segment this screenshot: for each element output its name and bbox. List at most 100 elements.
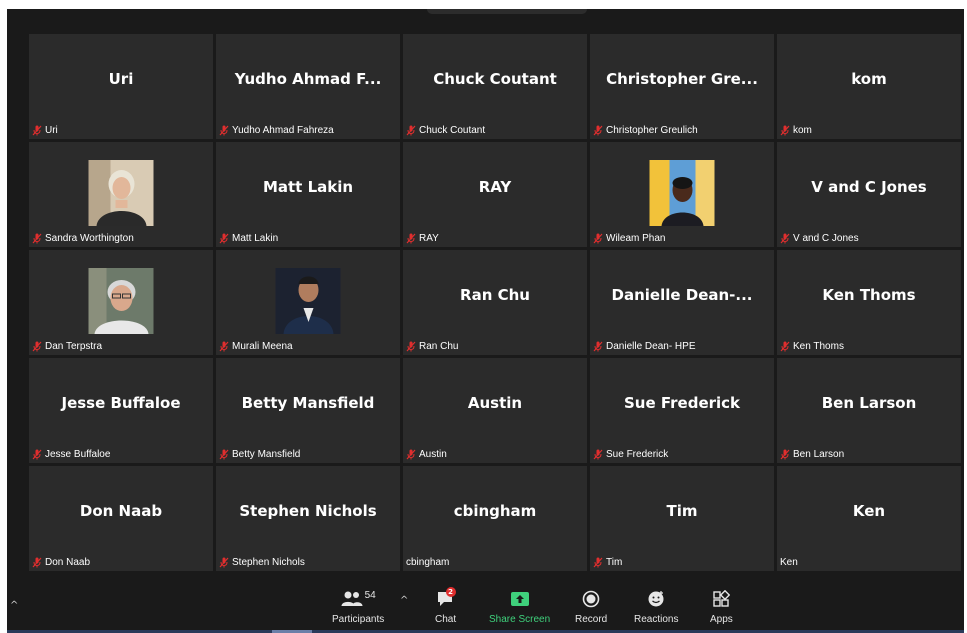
participant-name-label: Ben Larson (780, 449, 844, 460)
participant-tile[interactable]: Matt Lakin Matt Lakin (216, 142, 400, 247)
participant-display-name: Ran Chu (460, 286, 530, 304)
mic-muted-icon (780, 125, 790, 136)
top-bar-handle[interactable] (427, 9, 587, 14)
participant-video (649, 160, 715, 226)
participant-name-label: Ken (780, 557, 798, 568)
participant-tile[interactable]: Ken Ken (777, 466, 961, 571)
share-screen-label: Share Screen (489, 614, 551, 625)
reactions-button[interactable]: Reactions (634, 588, 678, 628)
mic-muted-icon (219, 233, 229, 244)
participant-name-label: Jesse Buffaloe (32, 449, 110, 460)
caret-up-icon[interactable]: ^ (10, 600, 18, 611)
reactions-icon (648, 591, 664, 607)
participant-name-text: Wileam Phan (606, 233, 666, 244)
participant-name-label: Matt Lakin (219, 233, 278, 244)
participant-display-name: Stephen Nichols (239, 502, 377, 520)
participant-tile[interactable]: V and C Jones V and C Jones (777, 142, 961, 247)
mic-muted-icon (32, 557, 42, 568)
participant-video (88, 268, 154, 334)
participant-name-label: Austin (406, 449, 447, 460)
participant-name-text: V and C Jones (793, 233, 859, 244)
participant-display-name: Don Naab (79, 502, 163, 520)
record-button[interactable]: Record (575, 588, 607, 628)
participant-tile[interactable]: RAY RAY (403, 142, 587, 247)
participant-name-text: Christopher Greulich (606, 125, 698, 136)
participant-display-name: RAY (478, 178, 512, 196)
mic-muted-icon (32, 233, 42, 244)
participant-name-text: Yudho Ahmad Fahreza (232, 125, 334, 136)
participant-tile[interactable]: Sandra Worthington (29, 142, 213, 247)
participant-display-name: Matt Lakin (262, 178, 354, 196)
chat-button[interactable]: 2 Chat (435, 587, 457, 628)
participant-tile[interactable]: Don Naab Don Naab (29, 466, 213, 571)
mic-muted-icon (32, 341, 42, 352)
mic-muted-icon (593, 233, 603, 244)
apps-button[interactable]: Apps (710, 588, 733, 628)
participant-name-text: Uri (45, 125, 58, 136)
mic-muted-icon (219, 125, 229, 136)
mic-muted-icon (32, 125, 42, 136)
participant-name-text: Chuck Coutant (419, 125, 486, 136)
mic-muted-icon (406, 125, 416, 136)
participant-tile[interactable]: Yudho Ahmad F... Yudho Ahmad Fahreza (216, 34, 400, 139)
participant-tile[interactable]: Jesse Buffaloe Jesse Buffaloe (29, 358, 213, 463)
gallery-grid: Uri Uri Yudho Ahmad F... Yudho Ahmad Fahrez… (29, 34, 961, 571)
mic-muted-icon (406, 233, 416, 244)
participant-display-name: Tim (666, 502, 698, 520)
participant-display-name: Christopher Gre... (606, 70, 758, 88)
participants-button[interactable]: 54 Participants (332, 588, 384, 628)
chat-label: Chat (435, 614, 457, 625)
participant-name-text: Sandra Worthington (45, 233, 134, 244)
participant-name-label: Ken Thoms (780, 341, 844, 352)
mic-muted-icon (780, 449, 790, 460)
participant-name-text: RAY (419, 233, 439, 244)
participant-tile[interactable]: kom kom (777, 34, 961, 139)
participant-tile[interactable]: Dan Terpstra (29, 250, 213, 355)
share-screen-button[interactable]: Share Screen (489, 588, 550, 628)
participants-caret-icon[interactable]: ^ (400, 595, 408, 606)
participant-tile[interactable]: Murali Meena (216, 250, 400, 355)
participant-tile[interactable]: Chuck Coutant Chuck Coutant (403, 34, 587, 139)
participant-tile[interactable]: cbingham cbingham (403, 466, 587, 571)
participant-display-name: cbingham (453, 502, 537, 520)
participant-name-text: Stephen Nichols (232, 557, 305, 568)
apps-label: Apps (710, 614, 733, 625)
participant-name-label: cbingham (406, 557, 449, 568)
participant-tile[interactable]: Ken Thoms Ken Thoms (777, 250, 961, 355)
record-label: Record (575, 614, 608, 625)
participant-video (88, 160, 154, 226)
participant-name-text: Ben Larson (793, 449, 845, 460)
participant-tile[interactable]: Sue Frederick Sue Frederick (590, 358, 774, 463)
participant-name-text: kom (793, 125, 812, 136)
participant-name-label: Stephen Nichols (219, 557, 305, 568)
participant-name-text: Jesse Buffaloe (45, 449, 111, 460)
participant-tile[interactable]: Ran Chu Ran Chu (403, 250, 587, 355)
participant-count: 54 (364, 589, 376, 601)
participant-name-text: Ran Chu (419, 341, 459, 352)
participant-tile[interactable]: Austin Austin (403, 358, 587, 463)
participant-name-label: Sue Frederick (593, 449, 668, 460)
mic-muted-icon (32, 449, 42, 460)
mic-muted-icon (593, 449, 603, 460)
participant-name-text: cbingham (406, 557, 450, 568)
participant-name-text: Ken (780, 557, 798, 568)
participant-name-label: V and C Jones (780, 233, 859, 244)
participant-tile[interactable]: Tim Tim (590, 466, 774, 571)
participant-tile[interactable]: Stephen Nichols Stephen Nichols (216, 466, 400, 571)
participant-name-label: RAY (406, 233, 439, 244)
participant-name-label: Tim (593, 557, 622, 568)
participant-tile[interactable]: Uri Uri (29, 34, 213, 139)
participant-name-text: Austin (419, 449, 447, 460)
participant-display-name: Ben Larson (821, 394, 917, 412)
participant-name-text: Tim (606, 557, 623, 568)
participant-tile[interactable]: Betty Mansfield Betty Mansfield (216, 358, 400, 463)
participant-name-label: Yudho Ahmad Fahreza (219, 125, 334, 136)
participant-name-label: Christopher Greulich (593, 125, 698, 136)
participant-tile[interactable]: Wileam Phan (590, 142, 774, 247)
participant-tile[interactable]: Christopher Gre... Christopher Greulich (590, 34, 774, 139)
participant-tile[interactable]: Danielle Dean-... Danielle Dean- HPE (590, 250, 774, 355)
participant-name-label: Sandra Worthington (32, 233, 134, 244)
record-icon (582, 590, 600, 608)
participants-label: Participants (332, 614, 385, 625)
participant-tile[interactable]: Ben Larson Ben Larson (777, 358, 961, 463)
